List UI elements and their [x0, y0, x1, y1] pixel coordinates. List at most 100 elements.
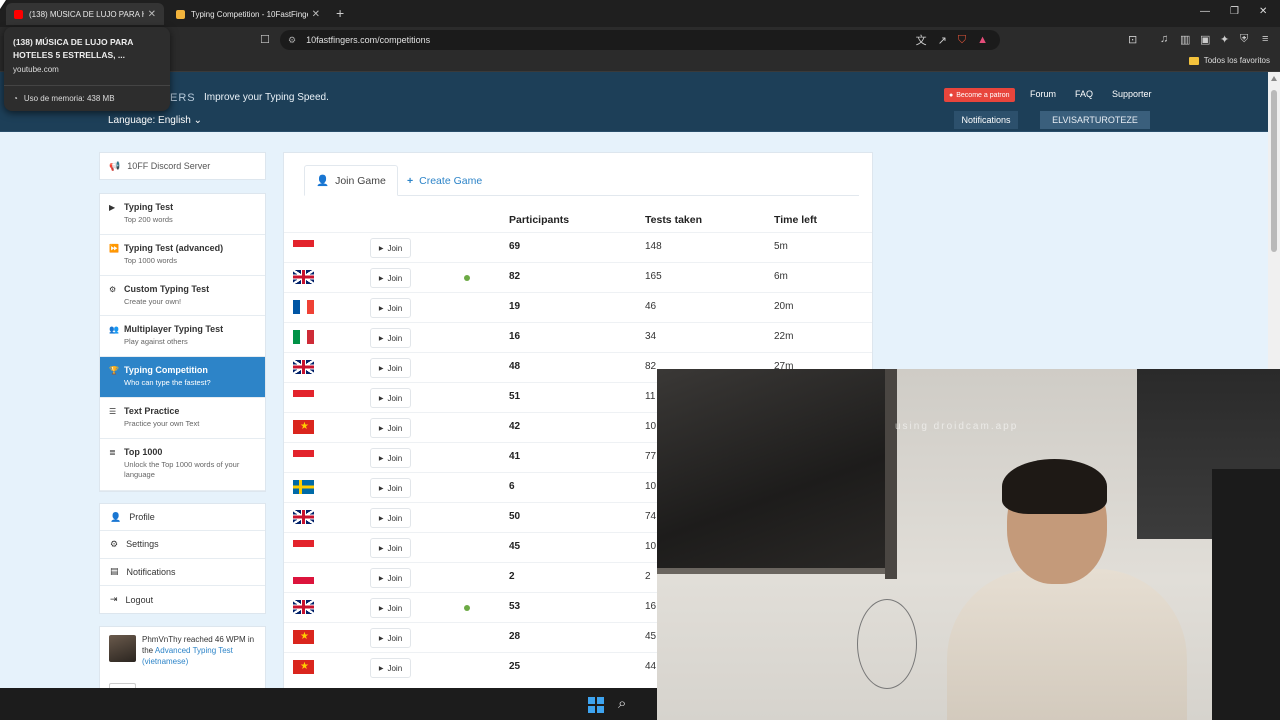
- participants-count: 28: [509, 631, 521, 642]
- tests-taken: 10: [645, 541, 657, 552]
- sidebar-item-logout[interactable]: ⇥ Logout: [100, 586, 265, 613]
- user-icon: 👤: [110, 511, 122, 522]
- sidebar-item-multiplayer[interactable]: 👥 Multiplayer Typing Test Play against o…: [100, 316, 265, 358]
- notifications-button[interactable]: Notifications: [954, 111, 1018, 129]
- url-bar[interactable]: ⚙ 10fastfingers.com/competitions 文 ↗ ⛉ ▲: [280, 30, 1000, 50]
- plus-icon: +: [407, 174, 414, 187]
- document-icon: ☰: [109, 406, 117, 416]
- site-logo[interactable]: ERS: [170, 92, 196, 104]
- join-button[interactable]: ▶ Join: [370, 628, 411, 648]
- screenshot-icon[interactable]: ⊡: [1128, 33, 1137, 46]
- nav-forum[interactable]: Forum: [1030, 89, 1056, 99]
- all-bookmarks-button[interactable]: Todos los favoritos: [1188, 56, 1270, 65]
- participants-count: 48: [509, 361, 521, 372]
- close-icon[interactable]: ✕: [312, 9, 320, 20]
- caret-right-icon: ▶: [378, 305, 384, 312]
- join-button[interactable]: ▶ Join: [370, 448, 411, 468]
- site-info-icon[interactable]: ⚙: [288, 35, 296, 46]
- join-button[interactable]: ▶ Join: [370, 478, 411, 498]
- windows-start-icon[interactable]: [588, 697, 604, 713]
- sidebar-item-text-practice[interactable]: ☰ Text Practice Practice your own Text: [100, 398, 265, 439]
- youtube-icon: [14, 9, 23, 19]
- join-button[interactable]: ▶ Join: [370, 328, 411, 348]
- sidebar-item-profile[interactable]: 👤 Profile: [100, 504, 265, 532]
- flag-gb-icon: [293, 510, 314, 524]
- flag-id-icon: [293, 390, 314, 404]
- join-button[interactable]: ▶ Join: [370, 568, 411, 588]
- tests-taken: 148: [645, 241, 662, 252]
- account-menu: 👤 Profile ⚙ Settings ▤ Notifications ⇥ L…: [99, 503, 266, 615]
- sidebar-item-typing-competition[interactable]: 🏆 Typing Competition Who can type the fa…: [100, 357, 265, 398]
- sidebar-item-notifications[interactable]: ▤ Notifications: [100, 559, 265, 586]
- nav-supporter[interactable]: Supporter: [1112, 89, 1152, 99]
- tests-taken: 77: [645, 451, 657, 462]
- caret-right-icon: ▶: [378, 365, 384, 372]
- flag-pl-icon: [293, 570, 314, 584]
- sidebar-item-settings[interactable]: ⚙ Settings: [100, 531, 265, 559]
- media-icon[interactable]: ♫: [1160, 33, 1168, 45]
- webcam-monitor: [1212, 469, 1280, 720]
- join-button[interactable]: ▶ Join: [370, 238, 411, 258]
- join-button[interactable]: ▶ Join: [370, 538, 411, 558]
- new-tab-icon[interactable]: +: [336, 5, 344, 21]
- browser-tab-youtube[interactable]: (138) MÚSICA DE LUJO PARA HOTELES ✕: [6, 3, 164, 25]
- webcam-overlay: using droidcam.app: [657, 369, 1280, 720]
- webcam-watermark: using droidcam.app: [895, 421, 1019, 432]
- bookmarks-label: Todos los favoritos: [1203, 56, 1270, 65]
- sidebar-item-typing-test-advanced[interactable]: ⏩ Typing Test (advanced) Top 1000 words: [100, 235, 265, 276]
- webcam-window: [657, 369, 897, 574]
- flag-id-icon: [293, 540, 314, 554]
- nav-faq[interactable]: FAQ: [1075, 89, 1093, 99]
- column-header-participants: Participants: [509, 214, 570, 226]
- join-button[interactable]: ▶ Join: [370, 508, 411, 528]
- translate-icon[interactable]: 文: [916, 32, 927, 48]
- join-button[interactable]: ▶ Join: [370, 658, 411, 678]
- leo-ai-icon[interactable]: ✦: [1220, 33, 1229, 46]
- browser-tab-10fastfingers[interactable]: Typing Competition - 10FastFingers ✕: [168, 3, 328, 25]
- join-button[interactable]: ▶ Join: [370, 418, 411, 438]
- activity-link[interactable]: Advanced Typing Test (vietnamese): [142, 646, 233, 666]
- avatar[interactable]: [109, 635, 136, 662]
- brave-rewards-icon[interactable]: ▲: [977, 34, 988, 46]
- flag-se-icon: [293, 480, 314, 494]
- close-icon[interactable]: ✕: [148, 9, 156, 20]
- window-close-icon[interactable]: ✕: [1259, 6, 1267, 17]
- vpn-icon[interactable]: ⛨: [1240, 33, 1248, 46]
- scroll-up-icon[interactable]: [1271, 76, 1277, 81]
- sidebar-icon[interactable]: ▥: [1180, 33, 1190, 46]
- join-button[interactable]: ▶ Join: [370, 298, 411, 318]
- join-button[interactable]: ▶ Join: [370, 388, 411, 408]
- search-icon[interactable]: ⌕: [618, 695, 626, 712]
- brave-shield-icon[interactable]: ⛉: [958, 34, 966, 47]
- wallet-icon[interactable]: ▣: [1200, 33, 1210, 46]
- user-menu-button[interactable]: ELVISARTUROTEZE: [1040, 111, 1150, 129]
- participants-count: 51: [509, 391, 521, 402]
- language-select[interactable]: Language: English ⌄: [108, 115, 202, 126]
- address-bar-row: ☐ ⚙ 10fastfingers.com/competitions 文 ↗ ⛉…: [0, 27, 1280, 53]
- join-button[interactable]: ▶ Join: [370, 598, 411, 618]
- caret-right-icon: ▶: [378, 545, 384, 552]
- tab-create-game[interactable]: + Create Game: [396, 165, 493, 196]
- time-left: 22m: [774, 331, 794, 342]
- mouse-cursor-icon: [0, 0, 6, 9]
- hover-card-memory: ◔ Uso de memoria: 438 MB: [4, 85, 170, 111]
- bookmark-icon[interactable]: ☐: [260, 33, 270, 46]
- sidebar-item-top-1000[interactable]: ≣ Top 1000 Unlock the Top 1000 words of …: [100, 439, 265, 491]
- minimize-icon[interactable]: —: [1200, 6, 1210, 17]
- share-icon[interactable]: ↗: [938, 34, 947, 47]
- become-patron-button[interactable]: ● Become a patron: [944, 88, 1015, 102]
- flag-gb-icon: [293, 600, 314, 614]
- join-button[interactable]: ▶ Join: [370, 358, 411, 378]
- activity-user[interactable]: PhmVnThy: [142, 635, 182, 644]
- sidebar-item-typing-test[interactable]: ▶ Typing Test Top 200 words: [100, 194, 265, 235]
- scrollbar-thumb[interactable]: [1271, 90, 1277, 252]
- hover-card-site: youtube.com: [13, 65, 59, 74]
- maximize-icon[interactable]: ❐: [1230, 6, 1239, 17]
- discord-link[interactable]: 📢 10FF Discord Server: [99, 152, 266, 180]
- sidebar-item-custom-typing-test[interactable]: ⚙ Custom Typing Test Create your own!: [100, 276, 265, 317]
- gear-icon: ⚙: [110, 538, 119, 549]
- menu-icon[interactable]: ≡: [1262, 33, 1268, 45]
- tab-join-game[interactable]: 👤 Join Game: [304, 165, 398, 196]
- join-button[interactable]: ▶ Join: [370, 268, 411, 288]
- tests-taken: 74: [645, 511, 657, 522]
